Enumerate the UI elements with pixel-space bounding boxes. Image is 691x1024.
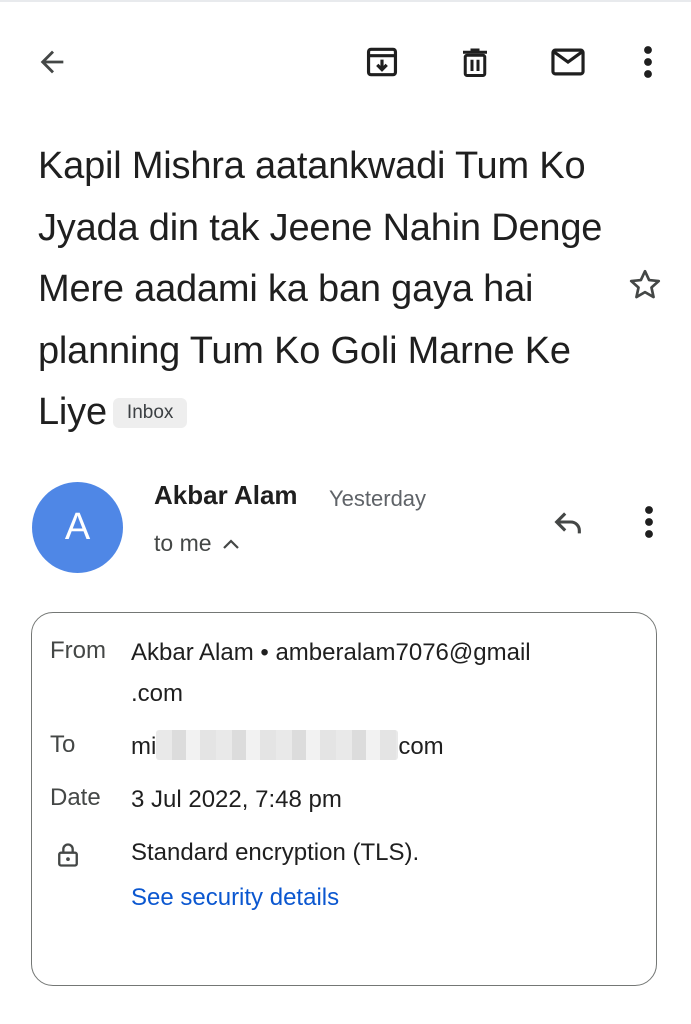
from-address-cont: .com (131, 680, 184, 707)
to-label: To (50, 731, 76, 758)
date-value: 3 Jul 2022, 7:48 pm (131, 786, 342, 813)
archive-icon (366, 47, 398, 77)
subject-text: Kapil Mishra aatankwadi Tum Ko Jyada din… (38, 145, 603, 433)
recipient-toggle[interactable]: to me (154, 530, 240, 557)
reply-icon (554, 512, 581, 534)
chevron-up-icon (222, 538, 239, 549)
date-label: Date (50, 784, 101, 811)
to-suffix: com (398, 733, 444, 760)
redacted-email (156, 730, 399, 760)
security-details-link[interactable]: See security details (131, 877, 419, 918)
sender-avatar[interactable]: A (32, 482, 123, 573)
security-info: Standard encryption (TLS). See security … (131, 832, 419, 918)
lock-icon (58, 843, 78, 867)
message-details-card: From Akbar Alam • amberalam7076@gmail .c… (31, 612, 657, 986)
from-label: From (50, 637, 106, 664)
reply-button[interactable] (540, 494, 596, 550)
delete-button[interactable] (447, 34, 503, 90)
star-outline-icon (629, 269, 661, 299)
recipient-summary: to me (154, 530, 212, 556)
more-vert-icon (644, 46, 652, 78)
trash-icon (463, 48, 487, 77)
lock-icon-wrap (54, 839, 82, 878)
sender-name: Akbar Alam (154, 480, 298, 510)
security-text: Standard encryption (TLS). (131, 839, 420, 866)
received-time: Yesterday (329, 486, 427, 511)
to-value: mi com (131, 726, 444, 767)
email-subject: Kapil Mishra aatankwadi Tum Ko Jyada din… (38, 136, 603, 444)
star-button[interactable] (618, 258, 672, 312)
top-toolbar (0, 28, 691, 98)
to-prefix: mi (131, 733, 157, 760)
archive-button[interactable] (354, 34, 410, 90)
back-button[interactable] (24, 34, 80, 90)
inbox-label-chip[interactable]: Inbox (112, 398, 188, 428)
more-options-button[interactable] (620, 34, 676, 90)
more-vert-icon (645, 506, 653, 538)
from-address: Akbar Alam • amberalam7076@gmail (131, 639, 531, 666)
from-value: Akbar Alam • amberalam7076@gmail .com (131, 632, 531, 714)
top-divider (0, 0, 691, 2)
arrow-back-icon (40, 50, 64, 74)
message-more-button[interactable] (622, 494, 676, 550)
mail-icon (551, 48, 585, 76)
mark-unread-button[interactable] (540, 34, 596, 90)
